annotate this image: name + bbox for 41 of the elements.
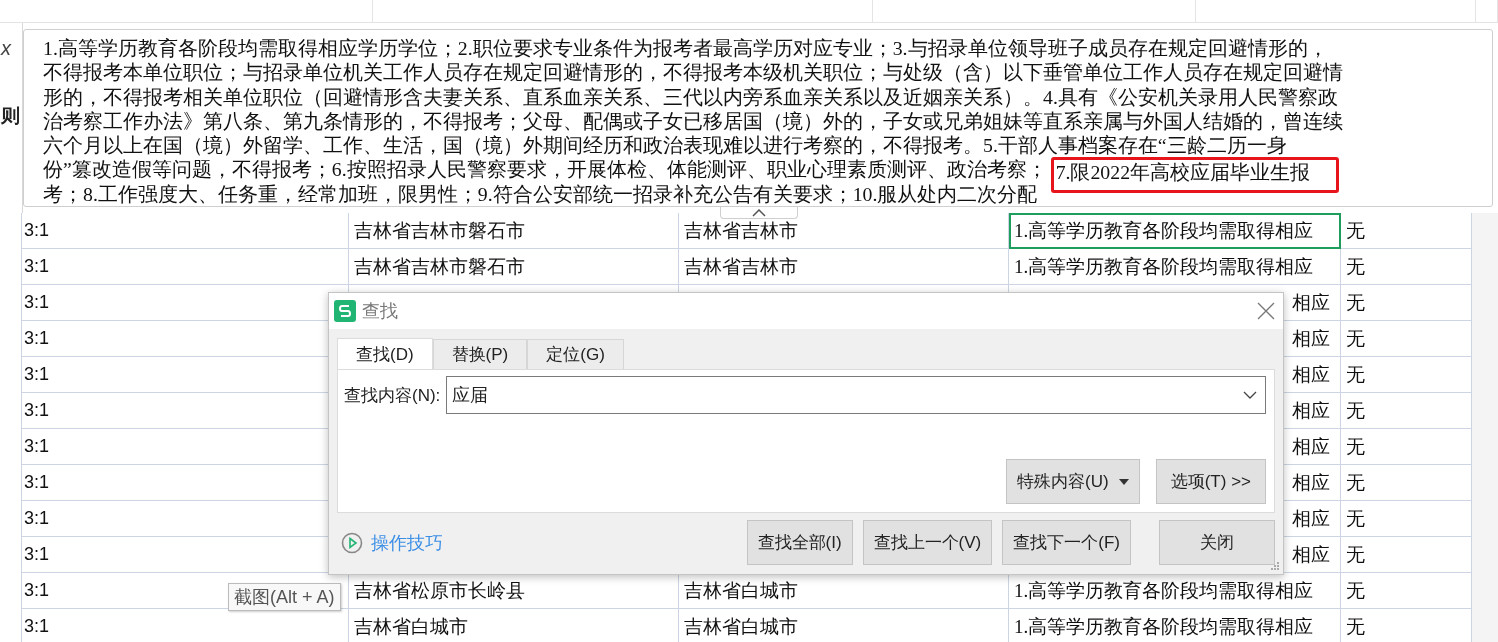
play-circle-icon <box>341 531 363 554</box>
table-cell: 吉林省白城市 <box>679 609 1009 642</box>
options-button[interactable]: 选项(T) >> <box>1155 459 1266 504</box>
chevron-down-icon <box>1243 390 1257 400</box>
dialog-tab[interactable]: 替换(P) <box>432 339 528 369</box>
caret-up-icon <box>752 208 766 217</box>
content-text: 份”篡改造假等问题，不得报考；6.按照招录人民警察要求，开展体检、体能测评、职业心理素质测评、政治考察； <box>43 158 1047 181</box>
special-content-button[interactable]: 特殊内容(U) <box>1006 459 1140 504</box>
table-cell: 吉林省吉林市磐石市 <box>349 249 679 285</box>
table-cell[interactable]: 1.高等学历教育各阶段均需取得相应 <box>1009 609 1341 642</box>
table-cell: 吉林省吉林市 <box>679 249 1009 285</box>
table-cell: 吉林省吉林市磐石市 <box>349 213 679 249</box>
content-text: 六个月以上在国（境）外留学、工作、生活，国（境）外期间经历和政治表现难以进行考察的，不得报考。5.干部人事档案存在“三龄二历一身 <box>43 134 1287 157</box>
scrollbar-track[interactable] <box>1472 213 1498 642</box>
search-field[interactable]: 应届 <box>446 376 1266 414</box>
content-text: 考；8.工作强度大、任务重，经常加班，限男性；9.符合公安部统一招录补充公告有关要求；10.服从处内二次分配 <box>43 182 1038 205</box>
content-text: 1.高等学历教育各阶段均需取得相应学历学位；2.职位要求专业条件为报考者最高学历对应专业；3.与招录单位领导班子成员存在规定回避情形的， <box>43 37 1328 59</box>
dialog-title: 查找 <box>362 300 399 323</box>
column-header: 则 <box>1 103 20 128</box>
table-cell[interactable]: 1.高等学历教育各阶段均需取得相应 <box>1009 213 1341 249</box>
collapse-button[interactable] <box>720 207 798 219</box>
table-cell: 3:1 <box>22 249 349 285</box>
table-cell[interactable]: 1.高等学历教育各阶段均需取得相应 <box>1009 249 1341 285</box>
app-logo-icon <box>334 300 356 322</box>
dialog-button[interactable]: 关闭 <box>1159 520 1275 565</box>
dialog-tab[interactable]: 定位(G) <box>527 339 624 369</box>
dialog-button[interactable]: 查找下一个(F) <box>1002 520 1131 565</box>
dropdown-icon <box>1118 478 1129 485</box>
dialog-button[interactable]: 查找上一个(V) <box>862 520 993 565</box>
close-icon[interactable] <box>1257 302 1275 320</box>
resize-grip-icon[interactable] <box>1270 561 1280 571</box>
content-text: 形的，不得报考相关单位职位（回避情形含夫妻关系、直系血亲关系、三代以内旁系血亲关系以及近姻亲关系）。4.具有《公安机关录用人民警察政 <box>43 85 1338 108</box>
formula-label: x <box>1 37 11 60</box>
dialog-tab[interactable]: 查找(D) <box>337 338 433 369</box>
table-cell: 吉林省白城市 <box>349 609 679 642</box>
table-cell: 3:1 <box>22 213 349 249</box>
tooltip: 截图(Alt + A) <box>228 583 341 611</box>
content-text: 不得报考本单位职位；与招录单位机关工作人员存在规定回避情形的，不得报考本级机关职位；与处级（含）以下垂管单位工作人员存在规定回避情 <box>43 61 1343 84</box>
content-text: 治考察工作办法》第八条、第九条情形的，不得报考；父母、配偶或子女已移居国（境）外的，子女或兄弟姐妹等直系亲属与外国人结婚的，曾连续 <box>43 109 1343 132</box>
highlighted-text: 7.限2022年高校应届毕业生报 <box>1050 157 1340 194</box>
dialog-button[interactable]: 查找全部(I) <box>746 520 853 565</box>
